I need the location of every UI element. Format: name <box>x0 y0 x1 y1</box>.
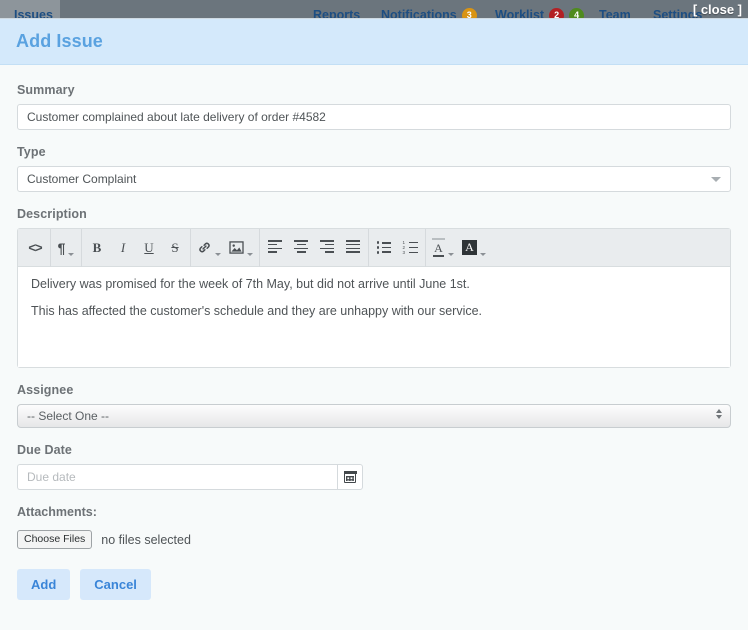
date-picker-button[interactable] <box>337 464 363 490</box>
toolbar-separator <box>368 228 369 267</box>
chevron-down-icon <box>711 177 721 182</box>
add-issue-modal: Add Issue Summary Type Customer Complain… <box>0 18 748 630</box>
toolbar-separator <box>50 228 51 267</box>
attachments-status: no files selected <box>101 532 191 547</box>
editor-toolbar: <> ¶ B I U S 1 2 3 A A <box>18 228 730 267</box>
assignee-field-group: Assignee -- Select One -- <box>17 383 731 428</box>
toolbar-separator <box>190 228 191 267</box>
description-paragraph: Delivery was promised for the week of 7t… <box>31 277 470 291</box>
text-color-icon[interactable]: A <box>428 229 458 267</box>
insert-image-icon[interactable] <box>225 229 257 267</box>
align-center-icon[interactable] <box>288 229 314 267</box>
type-selected-value: Customer Complaint <box>27 172 137 186</box>
page-title: Add Issue <box>16 31 103 51</box>
type-label: Type <box>17 145 46 159</box>
assignee-label: Assignee <box>17 383 74 397</box>
underline-icon[interactable]: U <box>136 229 162 267</box>
attachments-label: Attachments: <box>17 505 97 519</box>
attachments-row: Choose Files no files selected <box>17 530 731 549</box>
description-label: Description <box>17 207 87 221</box>
type-field-group: Type Customer Complaint <box>17 145 731 192</box>
paragraph-format-icon[interactable]: ¶ <box>53 229 79 267</box>
due-date-input[interactable] <box>17 464 337 490</box>
select-arrows-icon <box>716 409 722 419</box>
strikethrough-icon[interactable]: S <box>162 229 188 267</box>
summary-label: Summary <box>17 83 75 97</box>
description-paragraph: This has affected the customer's schedul… <box>31 304 483 318</box>
add-button[interactable]: Add <box>17 569 71 600</box>
assignee-selected-value: -- Select One -- <box>27 409 110 423</box>
align-left-icon[interactable] <box>262 229 288 267</box>
attachments-field-group: Attachments: Choose Files no files selec… <box>17 505 731 549</box>
close-modal-link[interactable]: [ close ] <box>693 2 742 17</box>
choose-files-button[interactable]: Choose Files <box>17 530 93 549</box>
toolbar-separator <box>425 228 426 267</box>
description-field-group: Description <> ¶ B I U S 1 2 3 A A Deliv… <box>17 207 731 368</box>
toolbar-separator <box>81 228 82 267</box>
align-justify-icon[interactable] <box>340 229 366 267</box>
italic-icon[interactable]: I <box>110 229 136 267</box>
source-code-icon[interactable]: <> <box>22 229 48 267</box>
bold-icon[interactable]: B <box>84 229 110 267</box>
due-date-row <box>17 464 731 490</box>
modal-body: Summary Type Customer Complaint Descript… <box>0 65 748 600</box>
due-date-field-group: Due Date <box>17 443 731 490</box>
summary-field-group: Summary <box>17 83 731 130</box>
summary-input[interactable] <box>17 104 731 130</box>
cancel-button[interactable]: Cancel <box>80 569 151 600</box>
calendar-icon <box>343 470 357 483</box>
numbered-list-icon[interactable]: 123 <box>397 229 423 267</box>
insert-link-icon[interactable] <box>193 229 225 267</box>
editor-content[interactable]: Delivery was promised for the week of 7t… <box>18 267 730 367</box>
rich-text-editor: <> ¶ B I U S 1 2 3 A A Delivery was prom… <box>17 228 731 368</box>
modal-header: Add Issue <box>0 19 748 65</box>
highlight-color-icon[interactable]: A <box>458 229 490 267</box>
align-right-icon[interactable] <box>314 229 340 267</box>
toolbar-separator <box>259 228 260 267</box>
due-date-label: Due Date <box>17 443 72 457</box>
bulleted-list-icon[interactable] <box>371 229 397 267</box>
type-select[interactable]: Customer Complaint <box>17 166 731 192</box>
assignee-select[interactable]: -- Select One -- <box>17 404 731 428</box>
modal-footer: Add Cancel <box>17 569 731 600</box>
